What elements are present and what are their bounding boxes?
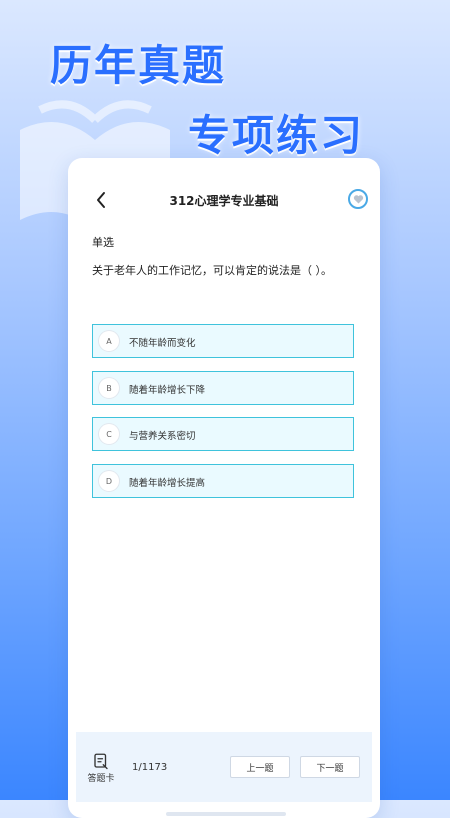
answer-card-button[interactable]: 答题卡 xyxy=(86,752,116,784)
favorite-button[interactable] xyxy=(348,189,368,209)
option-a[interactable]: A 不随年龄而变化 xyxy=(92,324,354,358)
option-letter: D xyxy=(99,471,119,491)
promo-title-line2: 专项练习 xyxy=(188,111,365,160)
question-text: 关于老年人的工作记忆，可以肯定的说法是（ ）。 xyxy=(92,264,332,277)
option-text: 随着年龄增长提高 xyxy=(129,478,206,489)
prev-question-button[interactable]: 上一题 xyxy=(230,756,290,778)
question-type: 单选 xyxy=(92,236,114,249)
home-indicator xyxy=(166,812,286,816)
question-progress: 1/1173 xyxy=(132,762,168,773)
page-title: 312心理学专业基础 xyxy=(169,194,279,208)
option-c[interactable]: C 与营养关系密切 xyxy=(92,417,354,451)
answer-sheet-icon xyxy=(94,753,108,770)
option-letter: A xyxy=(99,331,119,351)
option-letter: C xyxy=(99,424,119,444)
option-text: 不随年龄而变化 xyxy=(129,338,196,349)
option-text: 与营养关系密切 xyxy=(129,431,196,442)
question-card: 312心理学专业基础 单选 关于老年人的工作记忆，可以肯定的说法是（ ）。 A … xyxy=(68,158,380,818)
option-d[interactable]: D 随着年龄增长提高 xyxy=(92,464,354,498)
heart-icon xyxy=(353,195,363,204)
top-nav: 312心理学专业基础 xyxy=(68,184,380,220)
bottom-toolbar: 答题卡 1/1173 上一题 下一题 xyxy=(76,732,372,802)
option-b[interactable]: B 随着年龄增长下降 xyxy=(92,371,354,405)
option-text: 随着年龄增长下降 xyxy=(129,385,206,396)
option-letter: B xyxy=(99,378,119,398)
answer-card-label: 答题卡 xyxy=(87,774,115,784)
next-question-button[interactable]: 下一题 xyxy=(300,756,360,778)
